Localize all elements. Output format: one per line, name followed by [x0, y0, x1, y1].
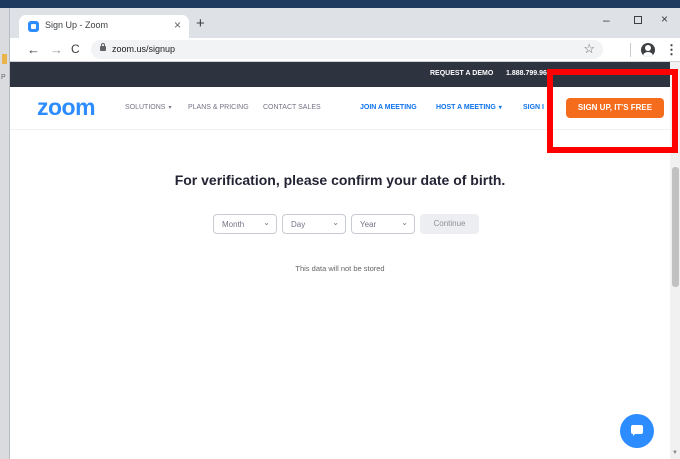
year-select-value: Year	[360, 220, 377, 229]
browser-tab[interactable]: Sign Up - Zoom ×	[19, 15, 189, 38]
desktop-top-strip	[0, 0, 680, 8]
scrollbar-thumb[interactable]	[672, 167, 679, 287]
minimize-button[interactable]: –	[603, 13, 610, 27]
desktop-left-strip: P	[0, 8, 9, 459]
screenshot-stage: P Sign Up - Zoom × + – × ← → C zoom.us/s…	[0, 0, 680, 459]
year-select[interactable]: Year ⌄	[351, 214, 415, 234]
nav-contact-sales[interactable]: CONTACT SALES	[263, 104, 321, 111]
profile-icon[interactable]	[641, 43, 655, 57]
phone-number[interactable]: 1.888.799.96	[506, 70, 547, 77]
nav-join-meeting[interactable]: JOIN A MEETING	[360, 104, 417, 111]
zoom-favicon-icon	[28, 21, 39, 32]
day-select[interactable]: Day ⌄	[282, 214, 346, 234]
request-demo-link[interactable]: REQUEST A DEMO	[430, 70, 493, 77]
desktop-left-text: P	[1, 74, 6, 81]
month-select[interactable]: Month ⌄	[213, 214, 277, 234]
reload-icon[interactable]: C	[71, 42, 80, 56]
nav-host-label: HOST A MEETING	[436, 104, 496, 111]
address-bar[interactable]: zoom.us/signup ☆	[91, 40, 603, 59]
continue-button[interactable]: Continue	[420, 214, 479, 234]
tab-close-icon[interactable]: ×	[174, 18, 181, 32]
browser-toolbar: ← → C zoom.us/signup ☆ ⋮	[10, 38, 680, 62]
nav-sign-in[interactable]: SIGN I	[523, 104, 544, 111]
nav-solutions-label: SOLUTIONS	[125, 104, 166, 111]
forward-arrow-icon[interactable]: →	[50, 42, 63, 57]
tab-title: Sign Up - Zoom	[45, 20, 109, 30]
nav-host-meeting[interactable]: HOST A MEETING ▾	[436, 104, 502, 111]
maximize-button[interactable]	[634, 16, 642, 24]
desktop-folder-icon	[2, 54, 7, 64]
privacy-note: This data will not be stored	[295, 264, 385, 273]
scroll-down-arrow-icon[interactable]: ▼	[672, 450, 678, 456]
tab-strip: Sign Up - Zoom × + – ×	[10, 8, 680, 38]
month-select-value: Month	[222, 220, 245, 229]
nav-plans-pricing[interactable]: PLANS & PRICING	[188, 104, 249, 111]
chevron-down-icon: ⌄	[263, 218, 270, 227]
browser-menu-icon[interactable]: ⋮	[665, 42, 678, 58]
chevron-down-icon: ⌄	[401, 218, 408, 227]
day-select-value: Day	[291, 220, 306, 229]
close-window-button[interactable]: ×	[661, 12, 668, 26]
url-text[interactable]: zoom.us/signup	[112, 44, 175, 54]
chat-icon	[631, 425, 643, 436]
chevron-down-icon: ▾	[498, 105, 502, 111]
back-arrow-icon[interactable]: ←	[27, 42, 40, 57]
verification-headline: For verification, please confirm your da…	[174, 172, 506, 188]
nav-solutions[interactable]: SOLUTIONS ▾	[125, 104, 171, 111]
chevron-down-icon: ▾	[168, 105, 172, 111]
toolbar-divider	[630, 43, 631, 57]
lock-icon	[100, 43, 106, 51]
new-tab-button[interactable]: +	[196, 15, 205, 32]
zoom-logo[interactable]: zoom	[37, 94, 96, 121]
chevron-down-icon: ⌄	[332, 218, 339, 227]
highlight-annotation-box	[547, 69, 678, 153]
bookmark-star-icon[interactable]: ☆	[583, 41, 595, 57]
chat-button[interactable]	[620, 414, 654, 448]
